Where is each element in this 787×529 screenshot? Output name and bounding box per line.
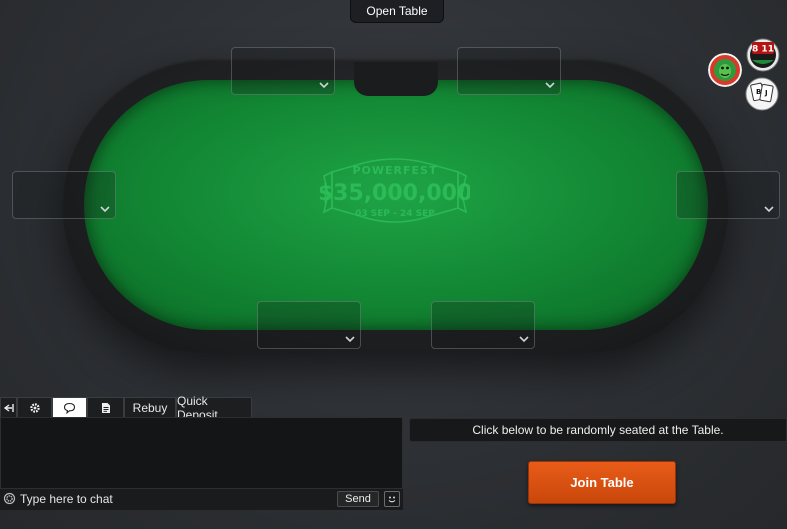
emoji-button[interactable]: [384, 491, 400, 507]
smiley-icon: [388, 496, 396, 503]
join-table-button[interactable]: Join Table: [528, 461, 676, 504]
chat-input[interactable]: [20, 490, 330, 508]
exit-table-button[interactable]: [0, 397, 17, 417]
logo-dates: 03 SEP - 24 SEP: [355, 209, 435, 219]
chevron-down-icon: [345, 336, 355, 343]
svg-text:8 11: 8 11: [752, 45, 774, 55]
chevron-down-icon: [764, 206, 774, 213]
gear-icon: [29, 402, 40, 413]
chevron-down-icon: [319, 82, 329, 89]
powerfest-logo: POWERFEST $35,000,000 03 SEP - 24 SEP: [320, 158, 470, 223]
send-button[interactable]: Send: [337, 491, 379, 507]
seat[interactable]: [431, 301, 535, 349]
chevron-down-icon: [100, 206, 110, 213]
chat-tab[interactable]: [52, 397, 87, 417]
notes-icon: [101, 402, 110, 413]
logo-amount: $35,000,000: [320, 181, 470, 206]
open-table-button[interactable]: Open Table: [350, 0, 444, 23]
seat[interactable]: [12, 171, 116, 219]
svg-text:B: B: [756, 88, 761, 96]
quick-deposit-button[interactable]: Quick Deposit: [176, 394, 252, 422]
seating-info: Click below to be randomly seated at the…: [409, 418, 787, 442]
chat-bubble-icon: [63, 402, 76, 414]
seat[interactable]: [676, 171, 780, 219]
settings-button[interactable]: [17, 397, 52, 417]
chevron-down-icon: [545, 82, 555, 89]
roulette-icon[interactable]: 8 11: [746, 38, 780, 72]
dealer-notch: [354, 62, 438, 96]
seat[interactable]: [231, 47, 335, 95]
poker-game-icon[interactable]: [708, 53, 742, 87]
chat-settings-icon[interactable]: [3, 492, 16, 505]
chevron-down-icon: [519, 336, 529, 343]
svg-text:J: J: [764, 89, 768, 97]
blackjack-icon[interactable]: B J: [745, 77, 779, 111]
chat-toolbar: Rebuy Quick Deposit: [0, 394, 252, 422]
rebuy-button[interactable]: Rebuy: [124, 397, 176, 417]
exit-arrow-icon: [3, 403, 14, 412]
logo-brand: POWERFEST: [353, 164, 438, 177]
seat[interactable]: [457, 47, 561, 95]
notes-button[interactable]: [87, 397, 124, 417]
seat[interactable]: [257, 301, 361, 349]
